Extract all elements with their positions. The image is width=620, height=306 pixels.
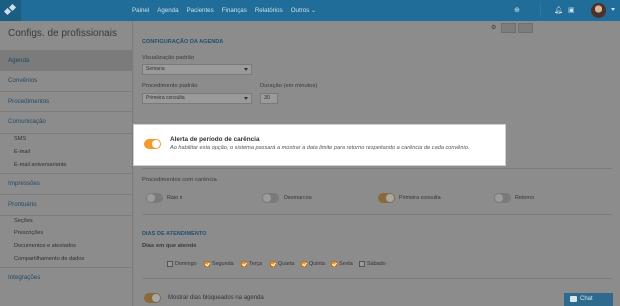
carencia-item-label: Raio x (167, 195, 183, 201)
sidebar-item-integracoes[interactable]: Integrações (0, 267, 133, 287)
nav-financas[interactable]: Finanças (222, 7, 247, 14)
toggle-alerta-carencia[interactable] (144, 139, 161, 149)
nav-divider (540, 4, 541, 17)
sidebar-sub-sms[interactable]: SMS (0, 133, 133, 144)
chat-button[interactable]: Chat (564, 293, 613, 306)
day-label: Sexta (339, 261, 353, 267)
sidebar-sub-prescricoes[interactable]: Prescrições (0, 228, 133, 239)
alert-title: Alerta de período de carência (170, 136, 260, 143)
sidebar-sub-email-aniversariante[interactable]: E-mail aniversariante (0, 160, 133, 171)
alert-description: Ao habilitar esta opção, o sistema passa… (170, 145, 470, 151)
proc-label: Procedimento padrão (142, 83, 198, 89)
checkbox-domingo[interactable] (167, 261, 173, 267)
nav-outros[interactable]: Outros ⌄ (291, 7, 317, 14)
carencia-item-label: Retorno (515, 195, 535, 201)
day-label: Sábado (367, 261, 386, 267)
section-title-agenda: CONFIGURAÇÃO DA AGENDA (142, 39, 224, 45)
toggle-knob (152, 294, 160, 302)
main-nav: Painel Agenda Pacientes Finanças Relatór… (132, 0, 324, 21)
plus-circle-icon[interactable]: ⊕ (514, 6, 520, 14)
proc-select-value: Primeira consulta (146, 95, 185, 101)
checkbox-sabado[interactable] (359, 261, 365, 267)
toggle-knob (263, 194, 271, 202)
alert-setting-panel: Alerta de período de carência Ao habilit… (134, 125, 505, 165)
checkbox-segunda[interactable] (204, 261, 210, 267)
view-select[interactable]: Semana (142, 64, 252, 75)
nav-pacientes[interactable]: Pacientes (187, 7, 214, 14)
help-icon[interactable]: ▣ (568, 6, 575, 14)
edit-button[interactable] (501, 23, 516, 33)
app-logo[interactable] (0, 0, 21, 21)
avatar-dropdown-icon[interactable] (611, 8, 615, 11)
view-select-value: Semana (146, 66, 165, 72)
sidebar-sub-compartilhamento[interactable]: Compartilhamento de dados (0, 254, 133, 265)
chat-label: Chat (580, 296, 593, 302)
chat-icon (570, 296, 577, 302)
toggle-knob (495, 194, 503, 202)
top-navbar: Painel Agenda Pacientes Finanças Relatór… (0, 0, 620, 21)
divider (142, 214, 612, 215)
checkbox-sexta[interactable] (331, 261, 337, 267)
nav-agenda[interactable]: Agenda (157, 7, 178, 14)
sidebar-item-procedimentos[interactable]: Procedimentos (0, 91, 133, 111)
section-title-dias: DIAS DE ATENDIMENTO (142, 231, 207, 237)
sidebar-sub-secoes[interactable]: Seções (0, 215, 133, 226)
day-label: Quinta (309, 261, 325, 267)
logo-icon (4, 4, 17, 16)
sidebar-item-impressoes[interactable]: Impressões (0, 173, 133, 193)
toggle-retorno[interactable] (494, 193, 511, 203)
carencia-label: Procedimentos com carência (142, 177, 217, 183)
checkbox-terca[interactable] (241, 261, 247, 267)
sidebar-sub-email[interactable]: E-mail (0, 147, 133, 158)
day-label: Segunda (212, 261, 234, 267)
toggle-primeira-consulta[interactable] (378, 193, 395, 203)
chevron-down-icon: ⌄ (311, 7, 317, 14)
toggle-desmarcou[interactable] (262, 193, 279, 203)
bell-icon[interactable]: 🔔︎ (554, 6, 563, 14)
sidebar-item-comunicacao[interactable]: Comunicação (0, 111, 133, 131)
day-label: Quarta (278, 261, 295, 267)
delete-button[interactable] (518, 23, 533, 33)
settings-sidebar: Configs. de profissionais Agenda Convêni… (0, 21, 133, 306)
divider (142, 168, 612, 169)
nav-right-tools: ⊕ 🔔︎ ▣ (510, 0, 620, 21)
duration-input[interactable]: 30 (260, 93, 278, 104)
checkbox-quarta[interactable] (270, 261, 276, 267)
checkbox-quinta[interactable] (301, 261, 307, 267)
day-label: Terça (249, 261, 263, 267)
toggle-raio-x[interactable] (146, 193, 163, 203)
toggle-knob (152, 140, 160, 148)
view-label: Visualização padrão (142, 55, 195, 61)
toggle-knob (147, 194, 155, 202)
sidebar-item-convenios[interactable]: Convênios (0, 70, 133, 90)
user-avatar[interactable] (591, 3, 606, 18)
nav-relatorios[interactable]: Relatórios (255, 7, 283, 14)
sidebar-item-prontuario[interactable]: Prontuário (0, 194, 133, 214)
carencia-item-label: Desmarcou (284, 195, 312, 201)
proc-select[interactable]: Primeira consulta (142, 93, 252, 104)
duration-label: Duração (em minutos) (260, 83, 318, 89)
chevron-down-icon (244, 97, 248, 100)
carencia-item-label: Primeira consulta (399, 195, 441, 201)
chevron-down-icon (244, 68, 248, 71)
blocked-label: Mostrar dias bloqueados na agenda (168, 295, 264, 301)
toggle-knob (386, 194, 394, 202)
toggle-dias-bloqueados[interactable] (144, 293, 161, 303)
gear-icon[interactable]: ⚙ (491, 24, 498, 31)
divider (142, 278, 612, 279)
nav-painel[interactable]: Painel (132, 7, 149, 14)
sidebar-sub-documentos[interactable]: Documentos e atestados (0, 241, 133, 252)
sidebar-title: Configs. de profissionais (8, 28, 117, 39)
sidebar-item-agenda[interactable]: Agenda (0, 50, 133, 70)
day-label: Domingo (175, 261, 197, 267)
nav-outros-label: Outros (290, 7, 310, 14)
dias-label: Dias em que atende (142, 243, 197, 249)
